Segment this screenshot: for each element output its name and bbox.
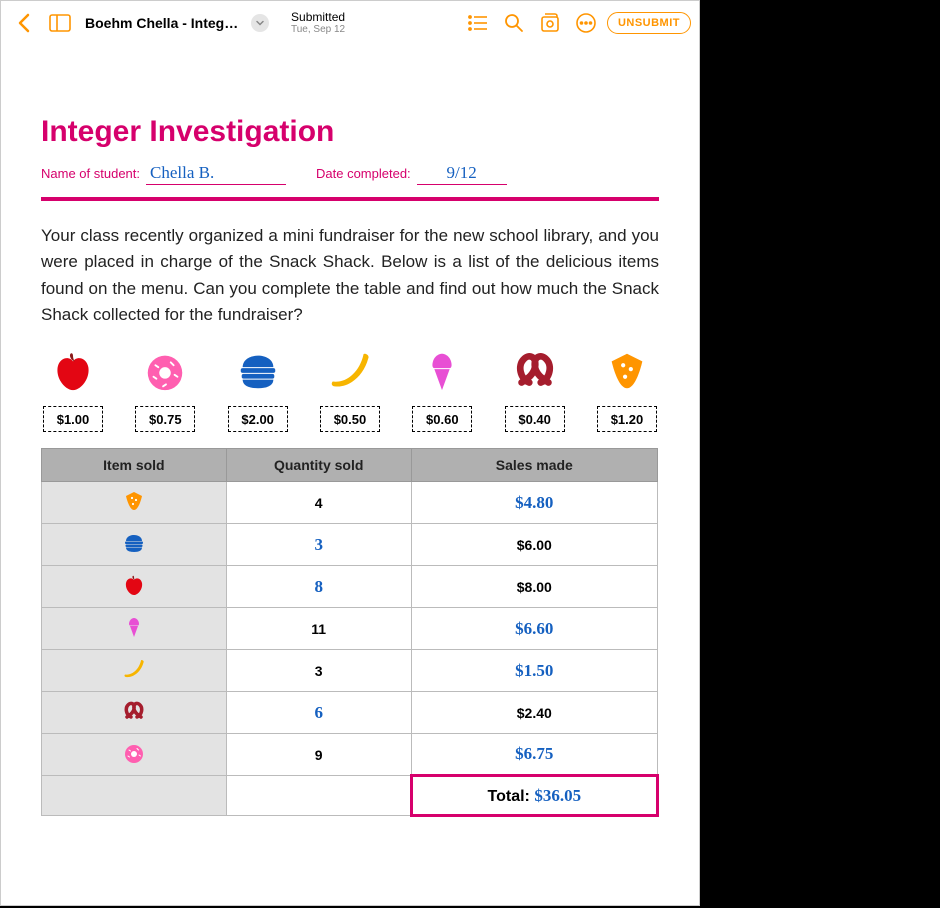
name-label: Name of student: [41,166,140,181]
sidebar-toggle-icon[interactable] [45,8,75,38]
snack-icons-row [41,346,659,396]
sales-cell: $4.80 [411,482,657,524]
qty-cell: 9 [226,734,411,776]
worksheet-title: Integer Investigation [41,115,659,149]
toolbar: Boehm Chella - Integers I... Submitted T… [1,1,699,45]
pretzel-icon [505,346,565,396]
document-title: Boehm Chella - Integers I... [85,15,245,31]
instructions-text: Your class recently organized a mini fun… [41,223,659,328]
worksheet-page: Integer Investigation Name of student: C… [1,45,699,837]
table-row: 9$6.75 [42,734,658,776]
status-date: Tue, Sep 12 [291,24,345,35]
icecream-icon [412,346,472,396]
library-icon[interactable] [535,8,565,38]
sales-cell: $2.40 [411,692,657,734]
qty-cell: 3 [226,650,411,692]
price-pizza: $1.20 [597,406,657,432]
back-button[interactable] [9,8,39,38]
item-cell-apple-icon [42,566,227,608]
qty-cell: 6 [226,692,411,734]
more-icon[interactable] [571,8,601,38]
total-empty-qty [226,776,411,816]
total-value: $36.05 [534,786,581,805]
search-icon[interactable] [499,8,529,38]
document-title-group[interactable]: Boehm Chella - Integers I... [85,14,269,32]
divider [41,197,659,201]
sales-cell: $1.50 [411,650,657,692]
table-row: 8$8.00 [42,566,658,608]
outline-icon[interactable] [463,8,493,38]
item-cell-pretzel-icon [42,692,227,734]
sales-table: Item sold Quantity sold Sales made 4$4.8… [41,448,659,817]
student-name-field: Name of student: Chella B. [41,163,286,185]
date-field: Date completed: 9/12 [316,163,507,185]
col-item: Item sold [42,449,227,482]
price-icecream: $0.60 [412,406,472,432]
col-qty: Quantity sold [226,449,411,482]
price-row: $1.00 $0.75 $2.00 $0.50 $0.60 $0.40 $1.2… [41,406,659,432]
sales-cell: $6.75 [411,734,657,776]
unsubmit-button[interactable]: UNSUBMIT [607,12,691,34]
price-apple: $1.00 [43,406,103,432]
sales-cell: $6.00 [411,524,657,566]
table-row: 11$6.60 [42,608,658,650]
sales-cell: $6.60 [411,608,657,650]
item-cell-donut-icon [42,734,227,776]
price-burger: $2.00 [228,406,288,432]
total-cell: Total: $36.05 [411,776,657,816]
col-sales: Sales made [411,449,657,482]
price-banana: $0.50 [320,406,380,432]
item-cell-banana-icon [42,650,227,692]
status-text: Submitted [291,11,345,24]
item-cell-burger-icon [42,524,227,566]
item-cell-icecream-icon [42,608,227,650]
banana-icon [320,346,380,396]
table-row: 3$6.00 [42,524,658,566]
callout-line [702,26,780,28]
qty-cell: 8 [226,566,411,608]
date-label: Date completed: [316,166,411,181]
date-value: 9/12 [417,163,507,185]
qty-cell: 11 [226,608,411,650]
total-empty-item [42,776,227,816]
title-dropdown-icon[interactable] [251,14,269,32]
qty-cell: 3 [226,524,411,566]
apple-icon [43,346,103,396]
pizza-icon [597,346,657,396]
table-row: 3$1.50 [42,650,658,692]
name-value: Chella B. [146,163,286,185]
table-row: 4$4.80 [42,482,658,524]
price-donut: $0.75 [135,406,195,432]
app-frame: Boehm Chella - Integers I... Submitted T… [0,0,700,906]
burger-icon [228,346,288,396]
donut-icon [135,346,195,396]
item-cell-pizza-icon [42,482,227,524]
qty-cell: 4 [226,482,411,524]
meta-row: Name of student: Chella B. Date complete… [41,163,659,185]
submission-status: Submitted Tue, Sep 12 [291,11,345,35]
total-label: Total: [488,788,530,805]
table-row: 6$2.40 [42,692,658,734]
price-pretzel: $0.40 [505,406,565,432]
sales-cell: $8.00 [411,566,657,608]
